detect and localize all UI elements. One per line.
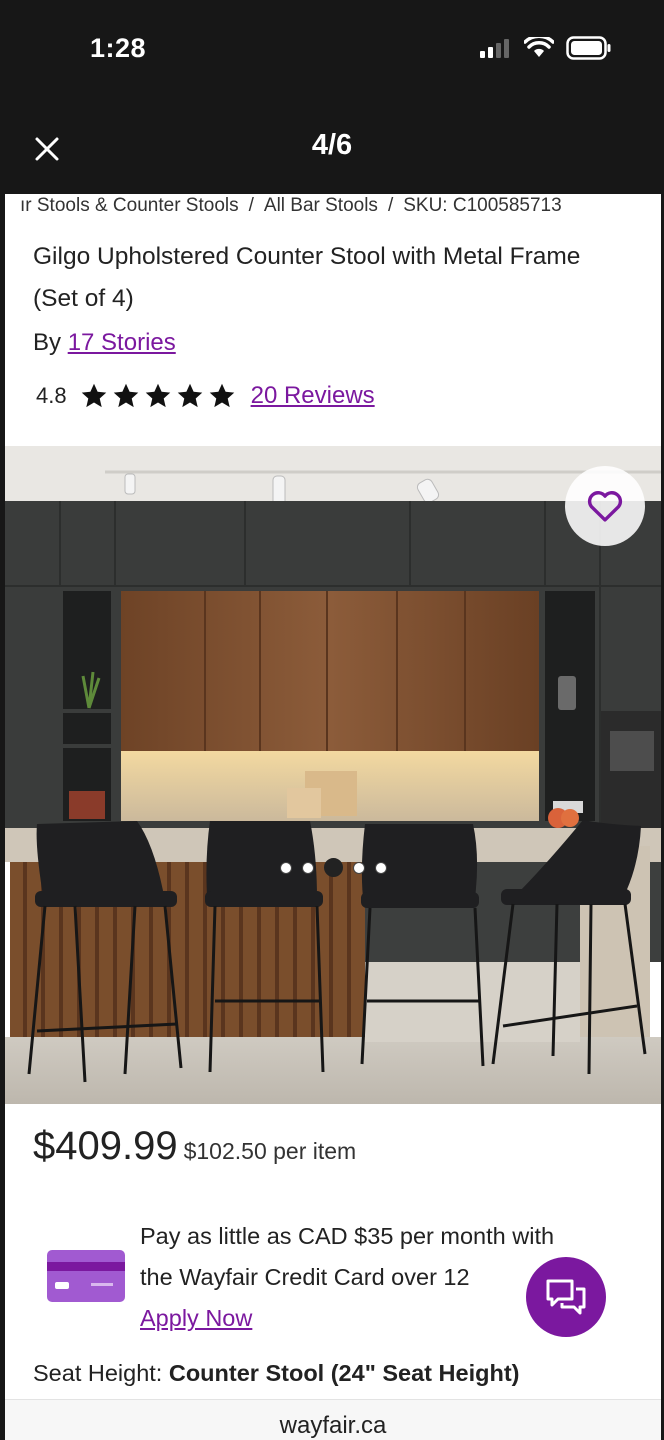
price: $409.99: [33, 1124, 178, 1168]
gallery-dot[interactable]: [374, 861, 387, 874]
price-row: $409.99 $102.50 per item: [33, 1124, 356, 1169]
star-icon: [81, 383, 106, 408]
per-item-price: $102.50 per item: [183, 1138, 357, 1164]
kitchen-photo: [5, 446, 661, 1104]
gallery-dot[interactable]: [279, 861, 292, 874]
star-rating: [79, 382, 237, 410]
brand-row: By 17 Stories: [33, 329, 176, 357]
seat-height-value: Counter Stool (24" Seat Height): [168, 1360, 520, 1386]
product-page: ır Stools & Counter Stools / All Bar Stool…: [5, 194, 661, 1440]
viewer-header: 4/6: [0, 100, 664, 194]
product-image[interactable]: [5, 446, 661, 1104]
breadcrumb-separator: /: [248, 195, 254, 216]
favorite-button[interactable]: [565, 466, 645, 546]
gallery-dots: [5, 858, 661, 877]
rating-row: 4.8 20 Reviews: [36, 382, 375, 410]
seat-height-label: Seat Height:: [33, 1360, 169, 1386]
chat-button[interactable]: [526, 1257, 606, 1337]
rating-value: 4.8: [36, 383, 67, 408]
heart-icon: [587, 491, 623, 522]
breadcrumb-item[interactable]: ır Stools & Counter Stools: [20, 195, 239, 216]
brand-link[interactable]: 17 Stories: [68, 329, 176, 356]
financing-line: Pay as little as CAD $35 per month with: [140, 1223, 555, 1249]
status-bar: 1:28: [0, 0, 664, 100]
status-icons: [478, 36, 612, 60]
gallery-dot[interactable]: [301, 861, 314, 874]
breadcrumb: ır Stools & Counter Stools / All Bar Stool…: [20, 195, 562, 217]
chat-icon: [546, 1279, 586, 1315]
by-label: By: [33, 329, 62, 356]
breadcrumb-sku: SKU: C100585713: [403, 195, 562, 216]
browser-url-bar[interactable]: wayfair.ca: [5, 1399, 661, 1440]
credit-card-icon: [47, 1250, 125, 1302]
product-title: Gilgo Upholstered Counter Stool with Met…: [33, 243, 581, 312]
battery-icon: [566, 36, 611, 60]
image-counter: 4/6: [311, 129, 353, 161]
star-icon: [145, 383, 170, 408]
signal-icon: [480, 39, 509, 58]
apply-now-link[interactable]: Apply Now: [140, 1305, 252, 1331]
status-time: 1:28: [90, 33, 147, 63]
gallery-dot-active[interactable]: [323, 858, 343, 877]
star-icon: [177, 383, 202, 408]
seat-height-option[interactable]: Seat Height: Counter Stool (24" Seat Hei…: [33, 1360, 519, 1387]
wifi-icon: [524, 37, 554, 57]
breadcrumb-item[interactable]: All Bar Stools: [264, 195, 378, 216]
star-icon: [209, 383, 234, 408]
breadcrumb-separator: /: [387, 195, 394, 216]
reviews-link[interactable]: 20 Reviews: [251, 382, 375, 410]
url-text: wayfair.ca: [279, 1412, 387, 1439]
star-icon: [113, 383, 138, 408]
gallery-dot[interactable]: [352, 861, 365, 874]
